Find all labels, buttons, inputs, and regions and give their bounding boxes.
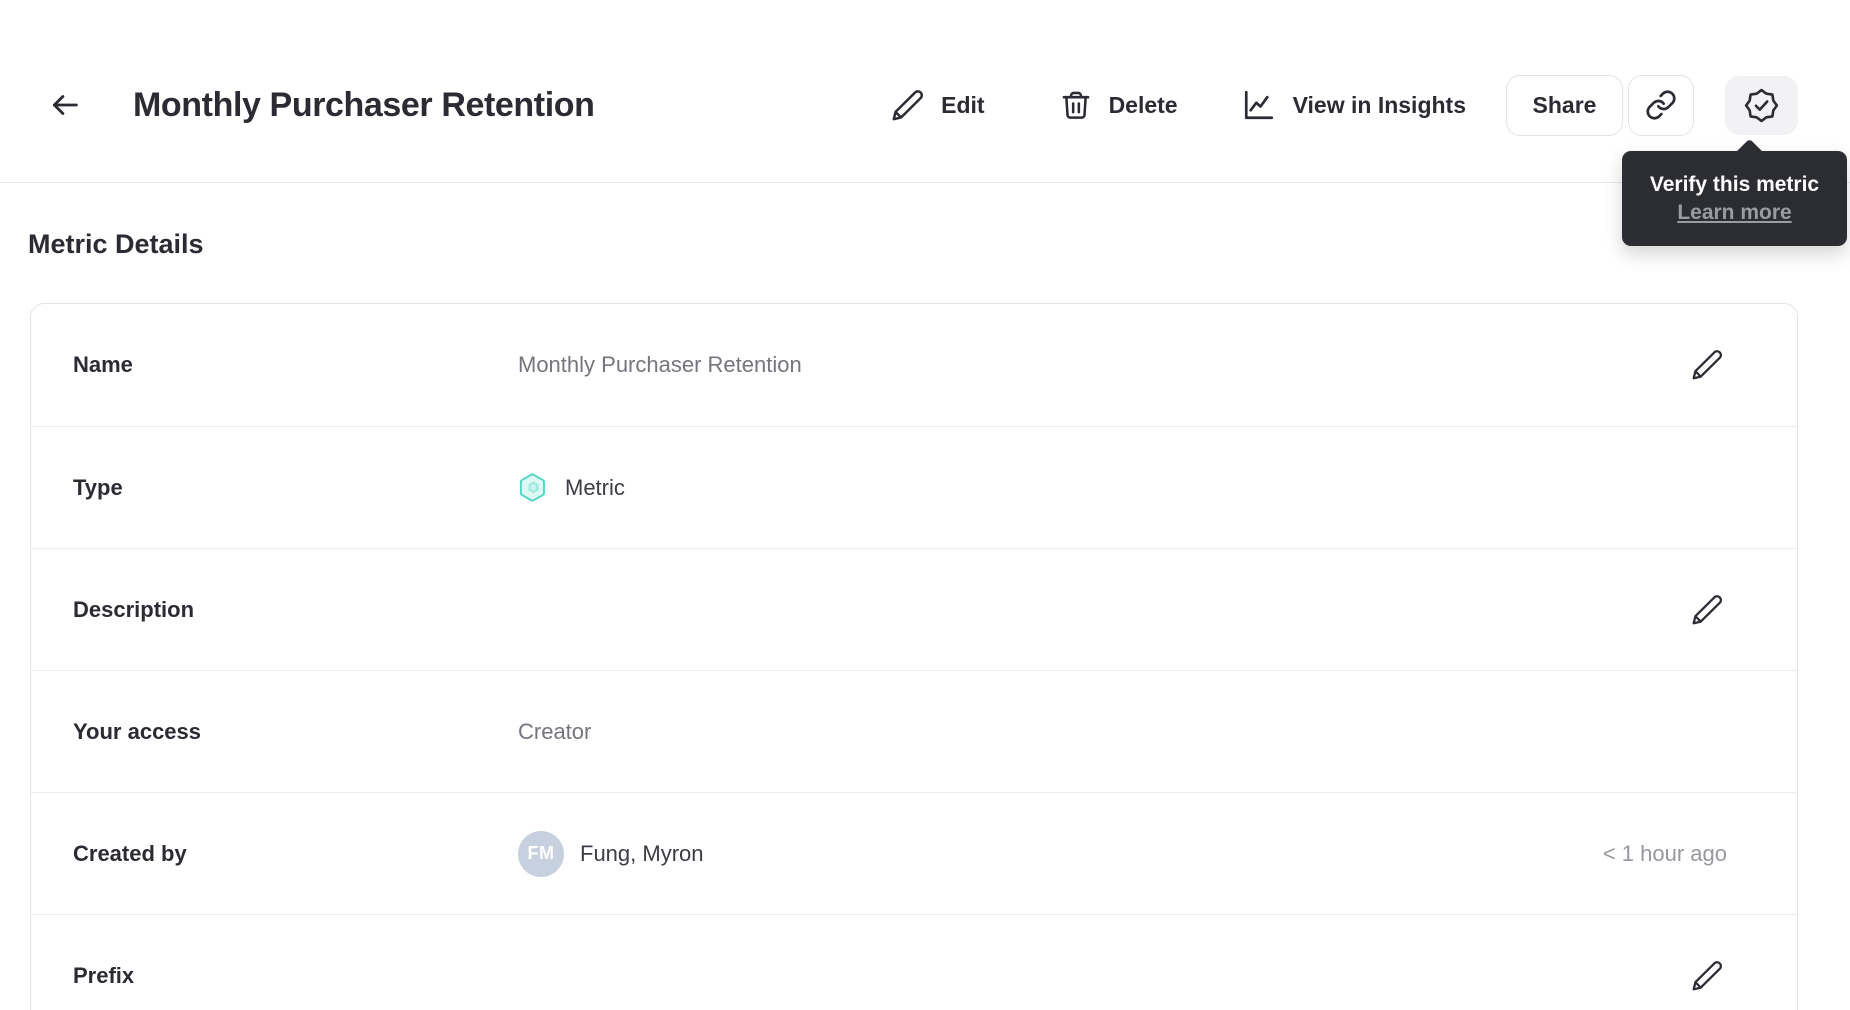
pencil-icon: [892, 89, 924, 120]
trash-icon: [1062, 91, 1089, 119]
row-name-value: Monthly Purchaser Retention: [518, 352, 802, 377]
row-type-value: Metric: [565, 474, 625, 500]
tooltip-title: Verify this metric: [1649, 172, 1820, 196]
back-arrow-icon: [52, 95, 78, 115]
row-created-by-label: Created by: [73, 840, 187, 866]
row-name-label: Name: [73, 352, 133, 377]
row-your-access-value: Creator: [518, 718, 592, 744]
row-prefix: Prefix: [31, 914, 1797, 1010]
edit-name-button[interactable]: [1687, 345, 1727, 385]
delete-label: Delete: [1108, 91, 1178, 118]
row-prefix-label: Prefix: [73, 962, 135, 988]
metric-details-card: Name Monthly Purchaser Retention Type Me…: [30, 303, 1798, 1010]
row-description: Description: [31, 548, 1797, 670]
pencil-icon: [1692, 960, 1722, 990]
verify-metric-tooltip: Verify this metric Learn more: [1622, 151, 1847, 246]
row-type: Type Metric: [31, 426, 1797, 548]
row-your-access-label: Your access: [73, 718, 202, 744]
page-header: Monthly Purchaser Retention Edit Delete: [0, 0, 1850, 183]
row-created-by: Created by FM Fung, Myron < 1 hour ago: [31, 792, 1797, 914]
row-description-label: Description: [73, 596, 195, 622]
share-button[interactable]: Share: [1506, 74, 1623, 136]
row-name: Name Monthly Purchaser Retention: [31, 304, 1797, 426]
copy-link-button[interactable]: [1628, 74, 1694, 136]
learn-more-link[interactable]: Learn more: [1677, 201, 1791, 225]
back-button[interactable]: [45, 85, 85, 125]
metric-details-page: Monthly Purchaser Retention Edit Delete: [0, 0, 1850, 1010]
page-title: Monthly Purchaser Retention: [133, 85, 595, 124]
created-timestamp: < 1 hour ago: [1602, 840, 1727, 866]
metric-hexagon-icon: [519, 473, 545, 502]
view-in-insights-label: View in Insights: [1292, 91, 1466, 118]
edit-label: Edit: [941, 91, 985, 118]
link-icon: [1646, 90, 1676, 120]
pencil-icon: [1692, 350, 1722, 380]
avatar: FM: [518, 830, 564, 877]
edit-button[interactable]: Edit: [890, 88, 985, 123]
pencil-icon: [1692, 594, 1722, 624]
view-in-insights-button[interactable]: View in Insights: [1241, 87, 1466, 123]
verify-metric-button[interactable]: [1725, 75, 1798, 135]
verified-badge-icon: [1744, 88, 1779, 122]
line-chart-icon: [1244, 90, 1273, 120]
delete-button[interactable]: Delete: [1059, 88, 1178, 122]
row-your-access: Your access Creator: [31, 670, 1797, 792]
edit-description-button[interactable]: [1687, 590, 1727, 630]
share-label: Share: [1532, 91, 1597, 118]
row-type-label: Type: [73, 474, 123, 500]
row-created-by-value: Fung, Myron: [580, 840, 704, 866]
edit-prefix-button[interactable]: [1687, 956, 1727, 996]
section-title: Metric Details: [28, 229, 204, 259]
